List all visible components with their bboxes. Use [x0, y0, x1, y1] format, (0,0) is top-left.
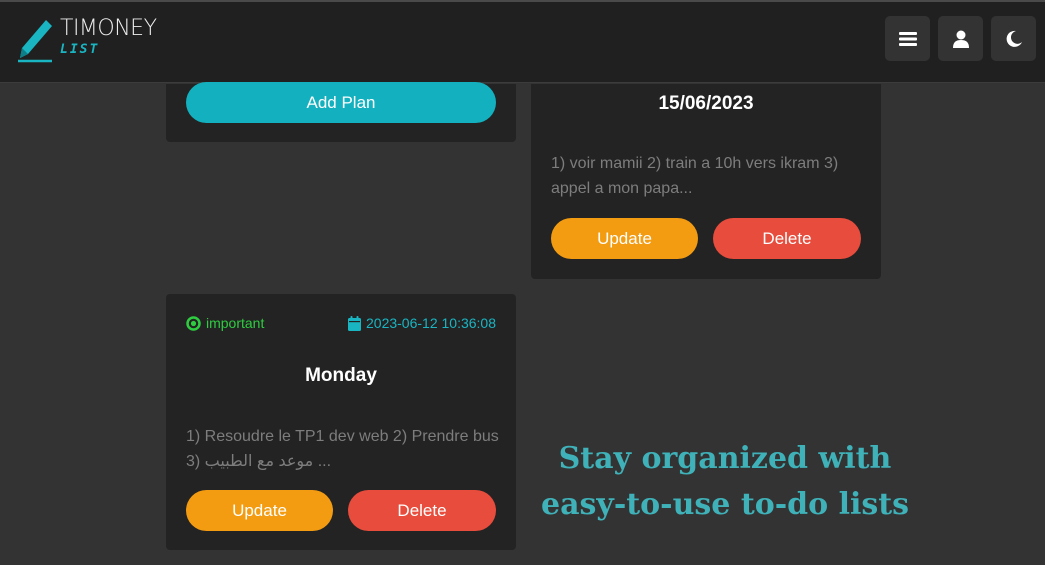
plan-card: 15/06/2023 1) voir mamii 2) train a 10h … — [531, 84, 881, 279]
top-navbar: TIMONEY LIST — [0, 0, 1045, 83]
pen-icon — [18, 20, 52, 63]
logo-title: TIMONEY — [60, 16, 157, 41]
plan-card: important 2023-06-12 10:36:08 Monday 1) … — [166, 294, 516, 550]
plan-description: 1) voir mamii 2) train a 10h vers ikram … — [551, 155, 839, 197]
add-plan-button[interactable]: Add Plan — [186, 82, 496, 123]
tagline: Stay organized with easy-to-use to-do li… — [540, 441, 910, 522]
calendar-icon — [348, 315, 361, 331]
plan-title: Monday — [305, 365, 377, 386]
menu-button[interactable] — [885, 16, 930, 61]
datetime-label: 2023-06-12 10:36:08 — [366, 315, 496, 331]
moon-icon — [1006, 30, 1022, 47]
logo-subtitle: LIST — [60, 42, 100, 57]
hamburger-icon — [898, 31, 917, 46]
theme-toggle-button[interactable] — [991, 16, 1036, 61]
plan-title: 15/06/2023 — [658, 93, 754, 114]
circle-dot-icon — [186, 315, 201, 331]
priority-label: important — [206, 315, 265, 331]
delete-button[interactable]: Delete — [348, 490, 496, 531]
update-button[interactable]: Update — [186, 490, 333, 531]
update-button[interactable]: Update — [551, 218, 698, 259]
plan-datetime: 2023-06-12 10:36:08 — [348, 315, 496, 331]
delete-button[interactable]: Delete — [713, 218, 861, 259]
user-icon — [952, 30, 969, 48]
app-logo[interactable]: TIMONEY LIST — [16, 16, 176, 66]
add-plan-card: Add Plan — [166, 82, 516, 142]
plan-description: 1) Resoudre le TP1 dev web 2) Prendre bu… — [186, 428, 499, 470]
priority-badge: important — [186, 315, 264, 331]
profile-button[interactable] — [938, 16, 983, 61]
